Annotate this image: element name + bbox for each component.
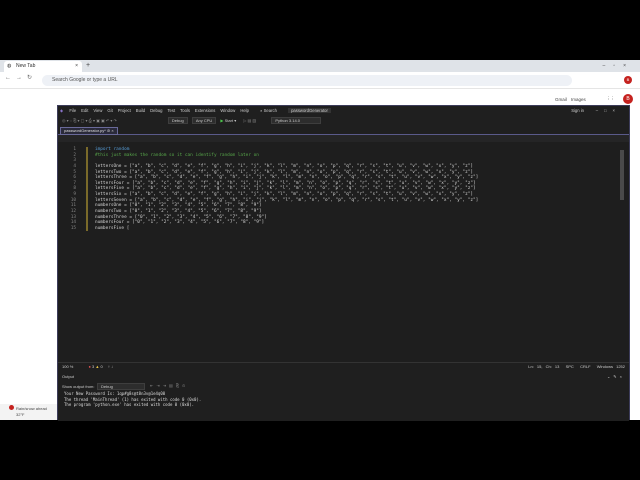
- status-right: Ln: 15, Ch: 13 SPC CRLF Windows 1252: [528, 364, 625, 369]
- weather-temp: 32°F: [16, 412, 25, 417]
- menu-file[interactable]: File: [69, 108, 76, 113]
- toolbar-icons[interactable]: ◎ ▾ ◌ ⎘ ▾ ▢ ▾ ⎙ ▾ ▣ ▣ ↶ ▾ ↷: [62, 118, 117, 123]
- browser-tab[interactable]: ◍ New Tab ×: [4, 61, 82, 72]
- solution-name: passwordGenerator: [288, 108, 331, 113]
- output-line: Your New Password Is: 1qp#g8s@t8n3v@1e4q…: [64, 391, 166, 396]
- debug-icons[interactable]: ▷ ▤ ▥: [243, 118, 256, 123]
- nav-buttons[interactable]: ←→↻: [5, 74, 37, 81]
- zoom-level[interactable]: 100 %: [62, 364, 73, 369]
- line-number: 11: [70, 203, 76, 209]
- menu-extensions[interactable]: Extensions: [195, 108, 215, 113]
- menu-window[interactable]: Window: [220, 108, 235, 113]
- warning-count[interactable]: 0: [100, 364, 102, 369]
- line-number: 3: [73, 158, 76, 164]
- code-line[interactable]: lettersSeven = ["a", "b", "c", "d", "e",…: [95, 198, 478, 203]
- sign-in-button[interactable]: Sign in: [571, 106, 584, 116]
- output-line: The program 'python.exe' has exited with…: [64, 402, 195, 407]
- code-line[interactable]: #this just makes the random so it can id…: [95, 153, 259, 158]
- change-indicator: [86, 147, 88, 231]
- toolbar: ◎ ▾ ◌ ⎘ ▾ ▢ ▾ ⎙ ▾ ▣ ▣ ↶ ▾ ↷ Debug Any CP…: [58, 116, 629, 126]
- images-link[interactable]: Images: [571, 97, 586, 102]
- account-avatar[interactable]: B: [623, 94, 633, 104]
- vs-logo-icon: ◈: [60, 108, 64, 113]
- code-line[interactable]: lettersSix = ["a", "b", "c", "d", "e", "…: [95, 192, 473, 197]
- code-line[interactable]: lettersTwo = ["a", "b", "c", "d", "e", "…: [95, 170, 473, 175]
- menu-tools[interactable]: Tools: [180, 108, 190, 113]
- code-line[interactable]: numbersTwo = ["0", "1", "2", "3", "4", "…: [95, 209, 262, 214]
- close-tab-icon[interactable]: ×: [75, 61, 78, 72]
- gmail-link[interactable]: Gmail: [555, 97, 567, 102]
- line-number: 12: [70, 209, 76, 215]
- code-line[interactable]: numbersFour = ["0", "1", "2", "3", "4", …: [95, 220, 264, 225]
- line-number: 1: [73, 147, 76, 152]
- omnibox-placeholder: Search Google or type a URL: [52, 77, 118, 83]
- menu-debug[interactable]: Debug: [150, 108, 162, 113]
- output-panel: Output ⌄✎× Show output from: Debug ⇤⇥⇥▤⎘…: [58, 371, 629, 421]
- menu-git[interactable]: Git: [107, 108, 112, 113]
- line-number: 6: [73, 175, 76, 181]
- line-number: 9: [73, 192, 76, 198]
- window-controls[interactable]: –▫×: [603, 60, 634, 72]
- menu-test[interactable]: Test: [167, 108, 175, 113]
- interpreter-dropdown[interactable]: Python 3.14.0: [271, 117, 322, 124]
- start-button[interactable]: ▶ Start ▾: [220, 118, 236, 123]
- code-line[interactable]: numbersOne = ["0", "1", "2", "3", "4", "…: [95, 203, 262, 208]
- code-line[interactable]: lettersFive = ["a", "b", "c", "d", "e", …: [95, 186, 476, 191]
- platform-dropdown[interactable]: Any CPU: [191, 117, 217, 124]
- code-line[interactable]: lettersOne = ["a", "b", "c", "d", "e", "…: [95, 164, 473, 169]
- error-count[interactable]: 3: [92, 364, 94, 369]
- show-output-label: Show output from:: [62, 384, 95, 389]
- line-number: 5: [73, 169, 76, 175]
- nav-arrows[interactable]: ↑ ↓: [108, 364, 113, 369]
- menu-help[interactable]: Help: [240, 108, 249, 113]
- tab-title: New Tab: [16, 63, 36, 69]
- file-tab[interactable]: passwordGenerator.py* ⊘ ×: [60, 127, 118, 135]
- weather-title: Rain/snow ahead: [16, 406, 47, 411]
- chrome-icon: ◍: [7, 63, 12, 69]
- code-line[interactable]: import random: [95, 147, 129, 152]
- error-icon: ●: [88, 364, 91, 369]
- line-number: 8: [73, 186, 76, 192]
- menu-edit[interactable]: Edit: [81, 108, 88, 113]
- line-number: 15: [70, 225, 76, 231]
- menu-project[interactable]: Project: [118, 108, 131, 113]
- document-tabs: passwordGenerator.py* ⊘ ×: [58, 126, 629, 135]
- window-controls[interactable]: –□×: [596, 106, 621, 116]
- code-line[interactable]: lettersThree = ["a", "b", "c", "d", "e",…: [95, 175, 478, 180]
- alert-icon: [9, 405, 14, 410]
- play-icon: ▶: [220, 118, 224, 123]
- menu-view[interactable]: View: [93, 108, 102, 113]
- line-number: 14: [70, 220, 76, 226]
- file-tab-label: passwordGenerator.py*: [64, 128, 106, 133]
- line-number: 4: [73, 163, 76, 169]
- vertical-scrollbar[interactable]: [620, 150, 624, 200]
- code-line[interactable]: numbersFive [: [95, 226, 129, 231]
- new-tab-button[interactable]: +: [86, 60, 90, 72]
- line-number: 2: [73, 152, 76, 158]
- navigation-bar[interactable]: [58, 135, 629, 142]
- config-dropdown[interactable]: Debug: [167, 117, 188, 124]
- menu-build[interactable]: Build: [136, 108, 145, 113]
- weather-widget[interactable]: Rain/snow ahead 32°F: [0, 404, 57, 420]
- output-line: The thread 'MainThread' (1) has exited w…: [64, 396, 202, 402]
- status-bar: 100 % ● 3 ▲ 0 ↑ ↓ Ln: 15, Ch: 13 SPC CRL…: [58, 362, 629, 370]
- output-toolbar-icons[interactable]: ⇤⇥⇥▤⎘⊙: [150, 383, 188, 388]
- code-editor[interactable]: 1 import random 2 #this just makes the rand…: [58, 142, 629, 362]
- profile-avatar[interactable]: B: [624, 76, 632, 84]
- menu-bar: ◈ File Edit View Git Project Build Debug Test To…: [58, 106, 629, 116]
- output-title: Output: [62, 374, 75, 379]
- omnibox[interactable]: Search Google or type a URL: [42, 75, 572, 86]
- code-line[interactable]: numbersThree = ["0", "1", "2", "3", "4",…: [95, 215, 267, 220]
- warning-icon: ▲: [95, 364, 100, 369]
- apps-icon[interactable]: ⋮⋮: [606, 96, 615, 102]
- panel-controls[interactable]: ⌄✎×: [607, 374, 625, 379]
- line-number: 10: [70, 197, 76, 203]
- browser-tab-bar: [0, 60, 640, 72]
- visual-studio-window: ◈ File Edit View Git Project Build Debug Test To…: [57, 105, 630, 421]
- search-menu[interactable]: ⌕ Search: [260, 108, 282, 113]
- line-number: 13: [70, 214, 76, 220]
- output-source-dropdown[interactable]: Debug: [97, 383, 145, 390]
